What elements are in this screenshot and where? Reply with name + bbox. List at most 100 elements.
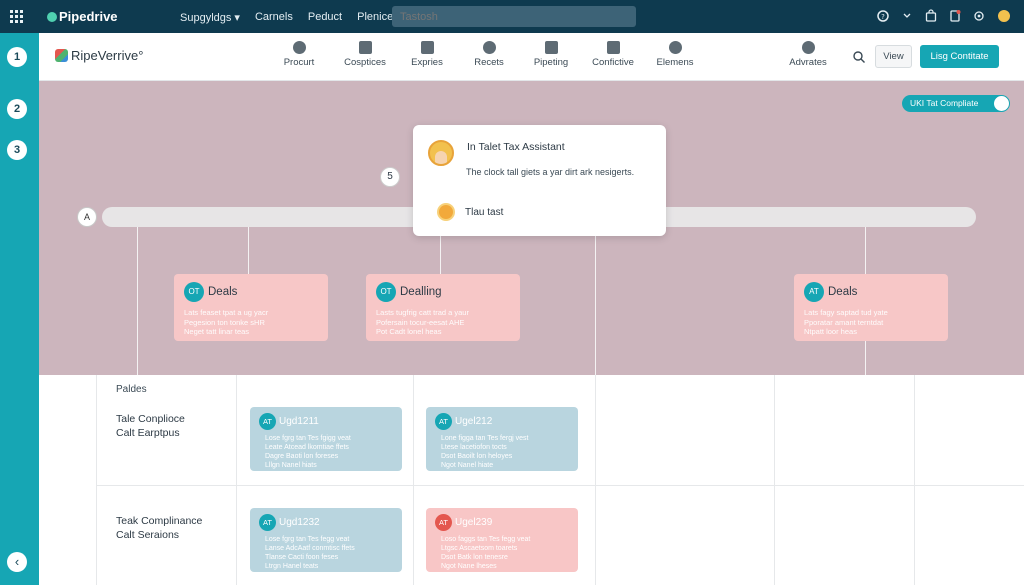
- deal-card[interactable]: OT Dealling Lasts tugfrig catt trad a yau…: [366, 274, 520, 341]
- column-divider: [914, 375, 915, 585]
- left-rail: 1 2 3 ‹: [0, 33, 39, 585]
- deal-badge: AT: [804, 282, 824, 302]
- sun-icon: [439, 205, 453, 219]
- deal-card[interactable]: OT Deals Lats feaset tpat a ug yacr Peges…: [174, 274, 328, 341]
- edit-icon: [420, 41, 434, 54]
- task-badge: AT: [259, 514, 276, 532]
- row-label: Tale Conplioce Calt Earptpus: [116, 412, 185, 440]
- deal-card[interactable]: AT Deals Lats fagy saptad tud yate Pporat…: [794, 274, 948, 341]
- settings-icon[interactable]: [972, 9, 986, 23]
- task-body-line: Leate Atcead lkomtiae ffets: [265, 444, 349, 451]
- step-indicator[interactable]: 1: [7, 47, 27, 67]
- printer-icon: [606, 41, 620, 54]
- task-card[interactable]: AT Ugel212 Lone figga tan Tes fergj vest …: [426, 407, 578, 471]
- brand-mark-icon: [47, 12, 57, 22]
- user-avatar-icon[interactable]: [996, 8, 1012, 24]
- nav-label: Elemens: [656, 57, 694, 68]
- bar-chart-icon: [358, 41, 372, 54]
- task-title: Ugd1232: [279, 517, 320, 529]
- nav-item-advrates[interactable]: Advrates: [787, 41, 829, 68]
- task-body-line: Lose fgrg tan Tes fegg veat: [265, 536, 350, 543]
- collapse-rail-button[interactable]: ‹: [7, 552, 27, 572]
- global-search-input[interactable]: [392, 6, 636, 27]
- task-card[interactable]: AT Ugd1211 Lose fgrg tan Tes fgigg veat L…: [250, 407, 402, 471]
- nav-item-pipeting[interactable]: Pipeting: [520, 41, 582, 68]
- folder-icon: [544, 41, 558, 54]
- popup-action-link[interactable]: Tlau tast: [465, 207, 503, 218]
- task-card[interactable]: AT Ugd1232 Lose fgrg tan Tes fegg veat La…: [250, 508, 402, 572]
- svg-text:?: ?: [881, 13, 885, 21]
- timeline-start-marker[interactable]: A: [77, 207, 97, 227]
- task-body-line: Loso faggs tan Tes fegg veat: [441, 536, 531, 543]
- nav-item-recets[interactable]: Recets: [458, 41, 520, 68]
- dollar-icon: [482, 41, 496, 54]
- row-label-line: Tale Conplioce: [116, 413, 185, 425]
- deal-body: Lats fagy saptad tud yate Pporatar amant…: [804, 308, 938, 337]
- bag-icon[interactable]: [924, 9, 938, 23]
- nav-item-elemens[interactable]: Elemens: [644, 41, 706, 68]
- task-body-line: Ngot Nane lheses: [441, 563, 497, 570]
- deal-body-line: Lats fagy saptad tud yate: [804, 308, 888, 317]
- row-label-line: Calt Seraions: [116, 529, 180, 541]
- task-body: Lone figga tan Tes fergj vest Ltese lace…: [435, 434, 569, 470]
- top-bar: Pipedrive Supgyldgs ▾ Carnels Peduct Ple…: [0, 0, 1024, 33]
- task-body-line: Lose fgrg tan Tes fgigg veat: [265, 435, 351, 442]
- search-icon[interactable]: [852, 50, 866, 64]
- task-title: Ugel239: [455, 517, 493, 529]
- nav-label: Expries: [411, 57, 443, 68]
- bell-icon[interactable]: [948, 9, 962, 23]
- app-logo-icon: [55, 49, 68, 62]
- app-header: RipeVerrive° Procurt Cosptices Expries R…: [39, 33, 1024, 81]
- deal-body-line: Pot Cadt lonel heas: [376, 327, 442, 336]
- person-icon: [801, 41, 815, 54]
- help-icon[interactable]: ?: [876, 9, 890, 23]
- nav-item-procurt[interactable]: Procurt: [264, 41, 334, 68]
- chevron-down-icon[interactable]: [900, 9, 914, 23]
- timeline-connector: [595, 227, 596, 375]
- step-indicator[interactable]: 2: [7, 99, 27, 119]
- row-label-line: Calt Earptpus: [116, 427, 180, 439]
- nav-item-expries[interactable]: Expries: [396, 41, 458, 68]
- view-button[interactable]: View: [875, 45, 912, 68]
- deal-title: Dealling: [400, 286, 442, 298]
- procurt-icon: [292, 41, 306, 54]
- avatar-icon: [428, 140, 454, 166]
- brand-logo[interactable]: Pipedrive: [47, 9, 118, 24]
- task-body-line: Ltrgn Hanel teats: [265, 563, 319, 570]
- top-nav: Supgyldgs ▾ Carnels Peduct Plenices: [180, 11, 399, 24]
- chat-icon: [668, 41, 682, 54]
- kanban-board: Paldes Tale Conplioce Calt Earptpus Teak…: [39, 375, 1024, 585]
- task-body-line: Dsot Baoilt lon heloyes: [441, 453, 513, 460]
- step-indicator[interactable]: 3: [7, 140, 27, 160]
- toggle-label: UKI Tat Compliate: [910, 98, 979, 108]
- popup-step-marker[interactable]: 5: [380, 167, 400, 187]
- top-nav-item[interactable]: Peduct: [308, 11, 342, 24]
- deal-title: Deals: [208, 286, 238, 298]
- deal-badge: OT: [184, 282, 204, 302]
- nav-label: Pipeting: [533, 57, 569, 68]
- task-card[interactable]: AT Ugel239 Loso faggs tan Tes fegg veat L…: [426, 508, 578, 572]
- task-badge: AT: [435, 514, 452, 532]
- compliance-toggle[interactable]: UKI Tat Compliate: [902, 95, 1010, 112]
- app-logo-text: RipeVerrive°: [71, 48, 144, 63]
- deal-body-line: Neget tatt linar teas: [184, 327, 250, 336]
- app-logo[interactable]: RipeVerrive°: [55, 48, 143, 63]
- task-body-line: Dsot Batk lon tenesre: [441, 554, 508, 561]
- phase-label: Paldes: [116, 384, 147, 395]
- timeline-connector: [248, 227, 249, 274]
- column-divider: [595, 375, 596, 585]
- top-right-tools: ?: [876, 8, 1012, 24]
- deal-body-line: Lats feaset tpat a ug yacr: [184, 308, 269, 317]
- deal-badge: OT: [376, 282, 396, 302]
- top-nav-item[interactable]: Supgyldgs ▾: [180, 11, 240, 24]
- primary-action-button[interactable]: Lisg Contitate: [920, 45, 999, 68]
- nav-item-confictive[interactable]: Confictive: [582, 41, 644, 68]
- top-nav-item[interactable]: Carnels: [255, 11, 293, 24]
- grid-icon[interactable]: [10, 10, 23, 23]
- row-divider: [96, 485, 1024, 486]
- nav-item-cosptices[interactable]: Cosptices: [334, 41, 396, 68]
- task-body-line: Ltese lacetiofon tocts: [441, 444, 507, 451]
- column-divider: [413, 375, 414, 585]
- brand-text: Pipedrive: [59, 9, 118, 24]
- task-body-line: Ltgsc Ascaetsom toarets: [441, 545, 518, 552]
